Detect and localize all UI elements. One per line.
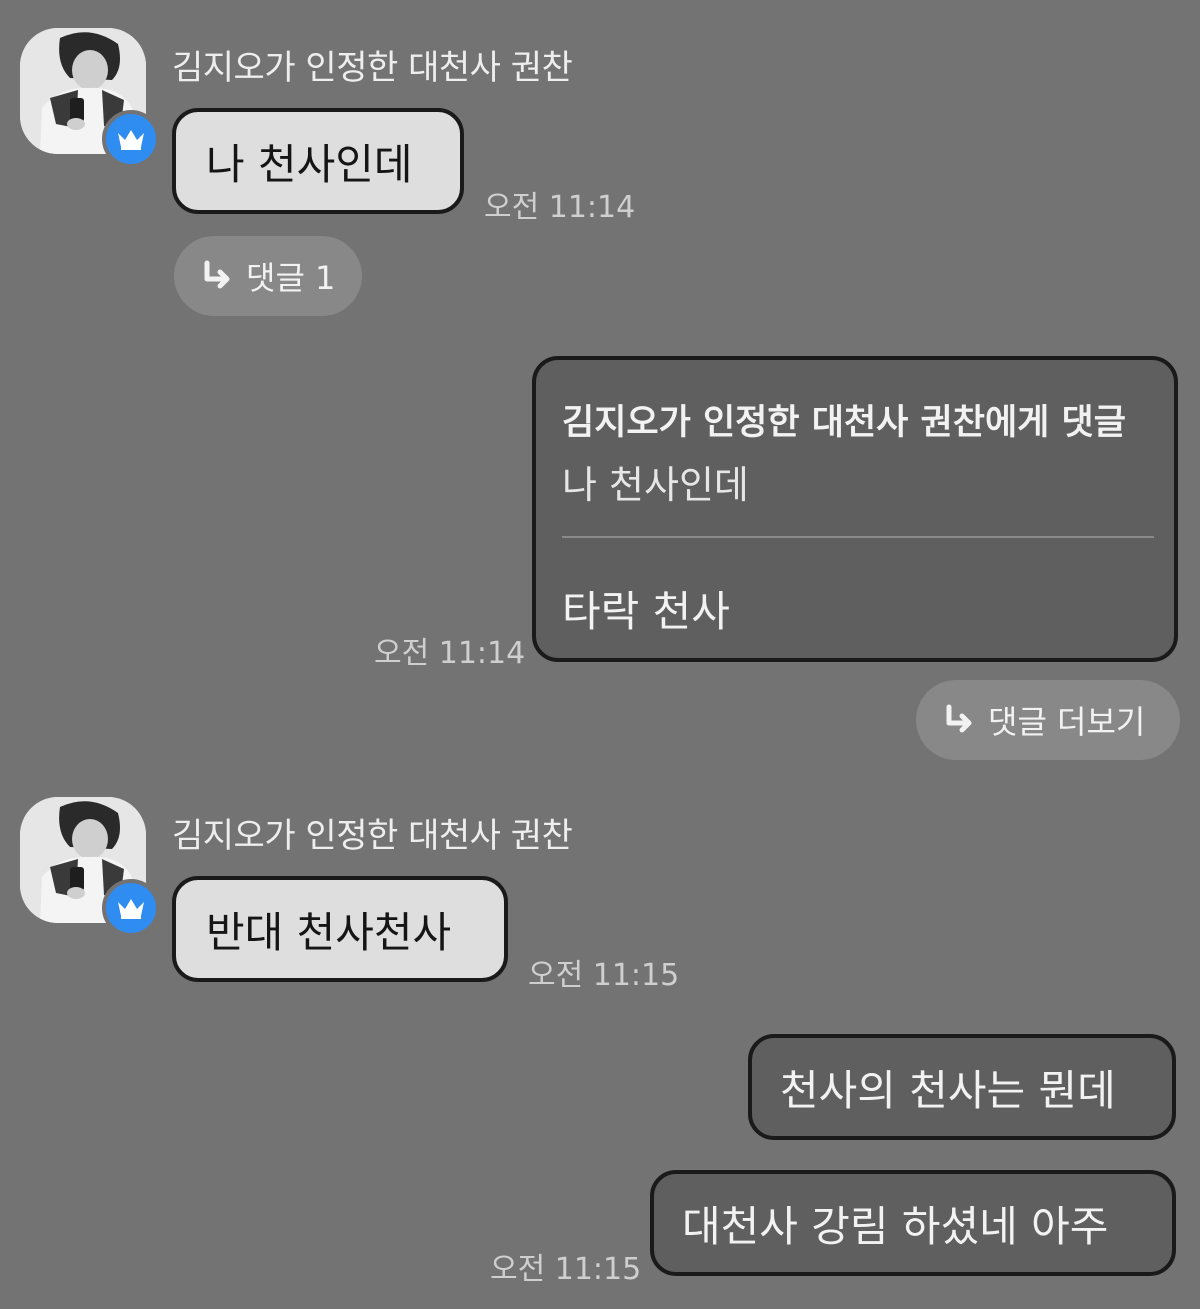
message-text: 타락 천사 [562,587,730,636]
message-bubble[interactable]: 천사의 천사는 뭔데 [748,1034,1176,1140]
reply-count-label: 댓글 1 [246,259,336,297]
message-text: 대천사 강림 하셨네 아주 [682,1201,1109,1251]
reply-arrow-icon [946,704,972,733]
reply-arrow-icon [204,260,230,289]
more-replies-label: 댓글 더보기 [988,703,1146,741]
divider [562,536,1154,538]
crown-icon [118,899,144,919]
sender-name[interactable]: 김지오가 인정한 대천사 권찬 [172,40,573,89]
message-bubble[interactable]: 대천사 강림 하셨네 아주 [650,1170,1176,1276]
reply-message-card[interactable]: 김지오가 인정한 대천사 권찬에게 댓글 나 천사인데 타락 천사 [532,356,1178,662]
crown-icon [118,130,144,150]
sender-name[interactable]: 김지오가 인정한 대천사 권찬 [172,808,573,857]
verified-badge [102,110,160,168]
message-bubble[interactable]: 반대 천사천사 [172,876,508,982]
message-text: 천사의 천사는 뭔데 [780,1065,1116,1115]
reply-quote-header: 김지오가 인정한 대천사 권찬에게 댓글 [562,403,1126,443]
message-time: 오전 11:15 [528,958,680,993]
message-text: 반대 천사천사 [206,907,452,957]
more-replies-button[interactable]: 댓글 더보기 [916,680,1180,760]
message-time: 오전 11:14 [484,190,636,225]
reply-count-button[interactable]: 댓글 1 [174,236,362,316]
message-time: 오전 11:14 [374,636,526,671]
verified-badge [102,879,160,937]
reply-quote-original: 나 천사인데 [562,463,749,507]
message-bubble[interactable]: 나 천사인데 [172,108,464,214]
message-time: 오전 11:15 [490,1252,642,1287]
message-text: 나 천사인데 [206,139,413,189]
